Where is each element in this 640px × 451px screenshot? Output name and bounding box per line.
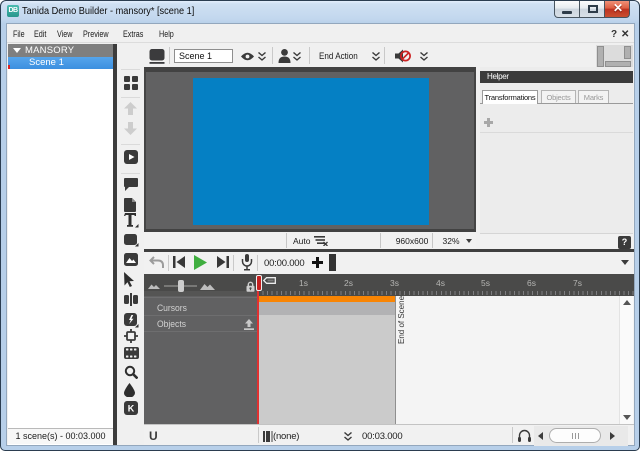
svg-text:K: K [128, 404, 135, 414]
